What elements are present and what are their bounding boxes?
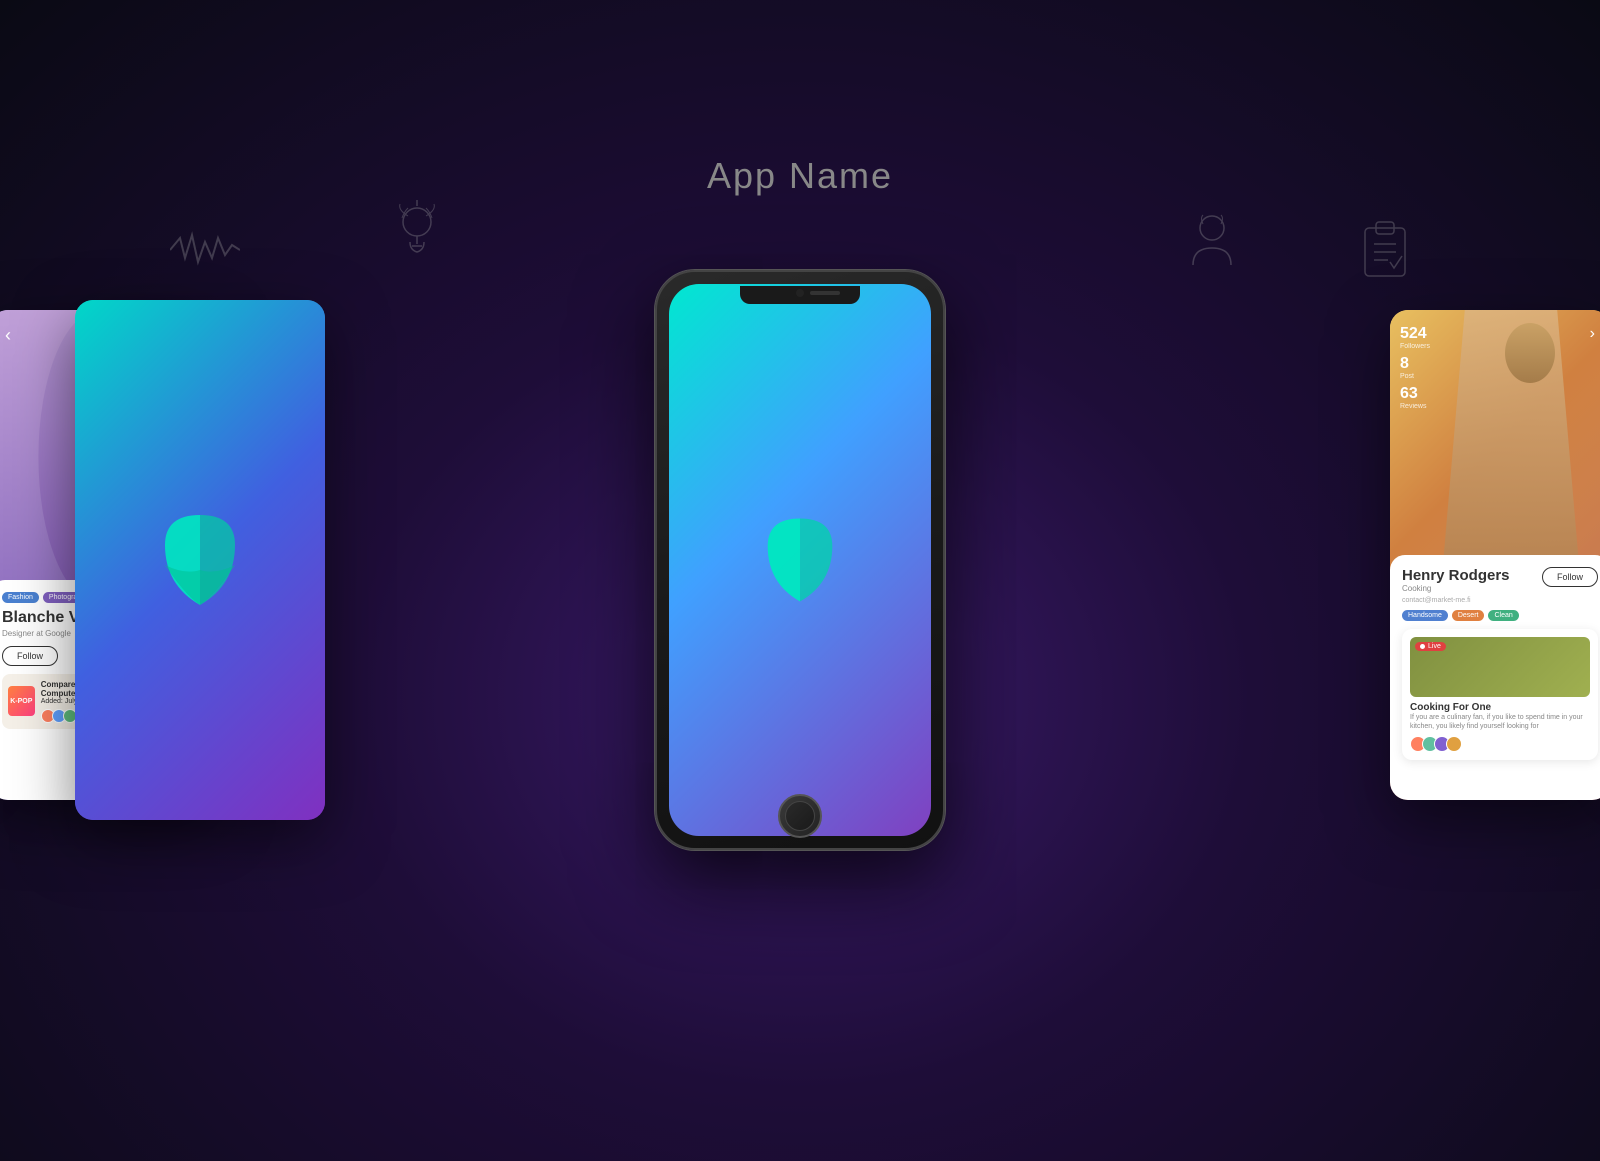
s4-followers-label: Followers: [1400, 343, 1430, 350]
s4-tag-handsome: Handsome: [1402, 610, 1448, 621]
s2-follow-button[interactable]: Follow: [2, 646, 58, 666]
app-logo-svg: [135, 495, 265, 625]
person-icon: [1185, 210, 1240, 275]
iphone-logo: [740, 495, 860, 625]
lightbulb-icon: [390, 200, 445, 270]
s2-back-arrow[interactable]: ‹: [5, 325, 11, 346]
s2-card-thumbnail: K-POP: [8, 686, 35, 716]
s4-follow-button[interactable]: Follow: [1542, 567, 1598, 587]
s4-tags: Handsome Desert Clean: [1402, 610, 1598, 621]
s4-reviews-num: 63: [1400, 385, 1430, 403]
app-title: App Name: [707, 155, 893, 197]
iphone-notch: [740, 286, 860, 304]
s4-stats: 524 Followers 8 Post 63 Reviews: [1400, 325, 1430, 415]
s4-tag-clean: Clean: [1488, 610, 1518, 621]
s4-tag-desert: Desert: [1452, 610, 1485, 621]
s4-cooking-card: Live Cooking For One If you are a culina…: [1402, 629, 1598, 760]
s4-followers-num: 524: [1400, 325, 1430, 343]
s4-card-title: Cooking For One: [1410, 702, 1590, 713]
s4-live-badge: Live: [1415, 642, 1446, 651]
clipboard-icon: [1360, 220, 1410, 285]
s4-back-arrow[interactable]: ›: [1590, 325, 1595, 343]
screens-container: ≡ 👤 Linnie Ramsey 221-067-4004: [200, 290, 1400, 870]
s2-tag-fashion: Fashion: [2, 592, 39, 603]
s4-reviews-label: Reviews: [1400, 403, 1430, 410]
screen-3: [75, 300, 325, 820]
s4-card-avatars: [1410, 736, 1590, 752]
s4-info-panel: Henry Rodgers Cooking contact@market-me.…: [1390, 555, 1600, 800]
s4-post-num: 8: [1400, 355, 1430, 373]
iphone-screen: [669, 284, 931, 836]
s4-post-label: Post: [1400, 373, 1430, 380]
waveform-icon: [170, 230, 240, 275]
screen-4: 524 Followers 8 Post 63 Reviews › Henry …: [1390, 310, 1600, 800]
s4-email: contact@market-me.fi: [1402, 597, 1598, 604]
s4-card-image: Live: [1410, 637, 1590, 697]
s4-card-desc: If you are a culinary fan, if you like t…: [1410, 713, 1590, 731]
iphone-mockup: [655, 270, 945, 850]
iphone-home-button[interactable]: [778, 794, 822, 838]
